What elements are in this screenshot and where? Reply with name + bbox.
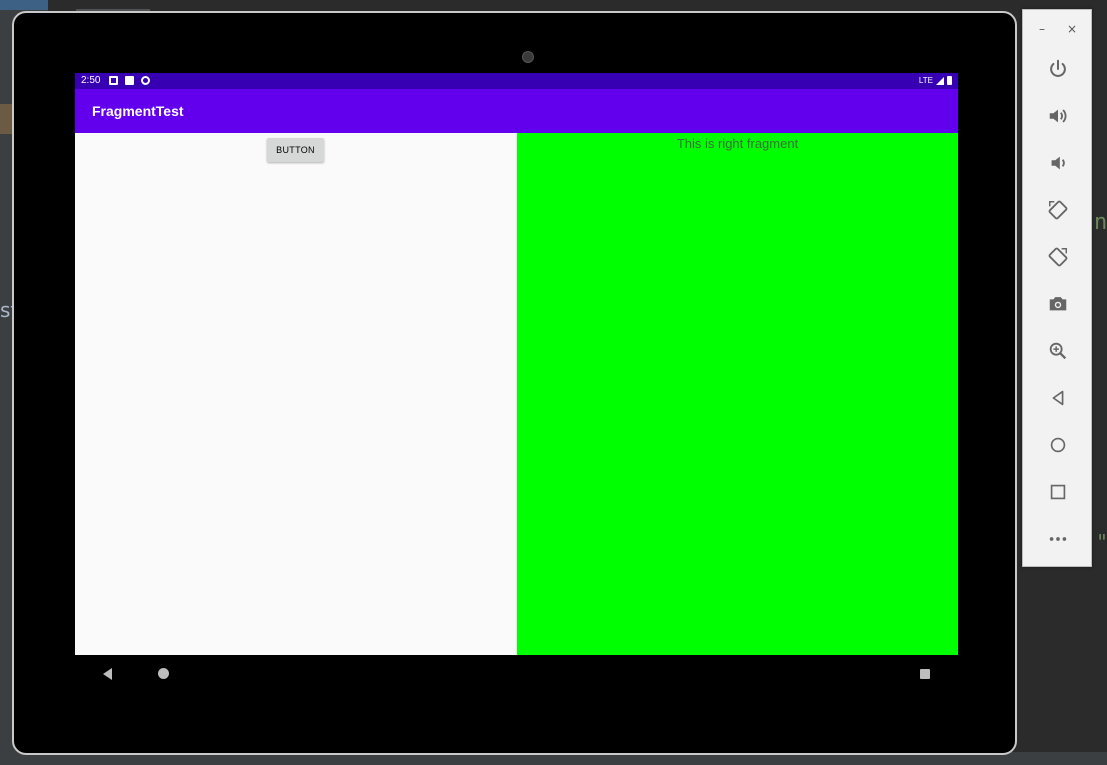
ide-row-highlight	[0, 104, 12, 134]
volume-down-icon[interactable]	[1045, 150, 1071, 176]
fragments-container: BUTTON This is right fragment	[75, 133, 958, 655]
left-fragment: BUTTON	[75, 133, 517, 655]
more-icon[interactable]	[1045, 526, 1071, 552]
camera-icon[interactable]	[1045, 291, 1071, 317]
zoom-icon[interactable]	[1045, 338, 1071, 364]
home-icon[interactable]	[1045, 432, 1071, 458]
status-notification-icons	[109, 76, 150, 85]
rotate-right-icon[interactable]	[1045, 244, 1071, 270]
ide-text-fragment-right-2: "	[1096, 530, 1107, 554]
back-icon[interactable]	[1045, 385, 1071, 411]
app-bar: FragmentTest	[75, 89, 958, 133]
nav-recents-icon[interactable]	[920, 669, 930, 679]
nav-back-icon[interactable]	[103, 668, 112, 680]
status-time: 2:50	[81, 75, 101, 86]
battery-icon	[947, 76, 952, 85]
overview-icon[interactable]	[1045, 479, 1071, 505]
sd-card-icon	[125, 76, 134, 85]
power-icon[interactable]	[1045, 56, 1071, 82]
android-screen[interactable]: 2:50 LTE FragmentTest BUTTON This is rig…	[75, 73, 958, 655]
emulator-toolbar: – ×	[1022, 9, 1092, 567]
volume-up-icon[interactable]	[1045, 103, 1071, 129]
left-fragment-button[interactable]: BUTTON	[267, 138, 324, 162]
status-bar: 2:50 LTE	[75, 73, 958, 89]
right-fragment-text: This is right fragment	[676, 136, 799, 151]
minimize-button[interactable]: –	[1039, 22, 1045, 36]
notification-a-icon	[109, 76, 118, 85]
sync-icon	[141, 76, 150, 85]
status-right-icons: LTE	[919, 76, 952, 85]
app-title: FragmentTest	[92, 103, 184, 119]
signal-icon	[936, 76, 944, 85]
nav-home-icon[interactable]	[158, 668, 169, 679]
camera-icon	[522, 51, 534, 63]
rotate-left-icon[interactable]	[1045, 197, 1071, 223]
ide-top-tab	[0, 0, 48, 10]
close-button[interactable]: ×	[1067, 22, 1077, 36]
right-fragment: This is right fragment	[517, 133, 958, 655]
ide-text-fragment-right-1: n	[1094, 210, 1107, 235]
network-type-label: LTE	[918, 76, 933, 85]
